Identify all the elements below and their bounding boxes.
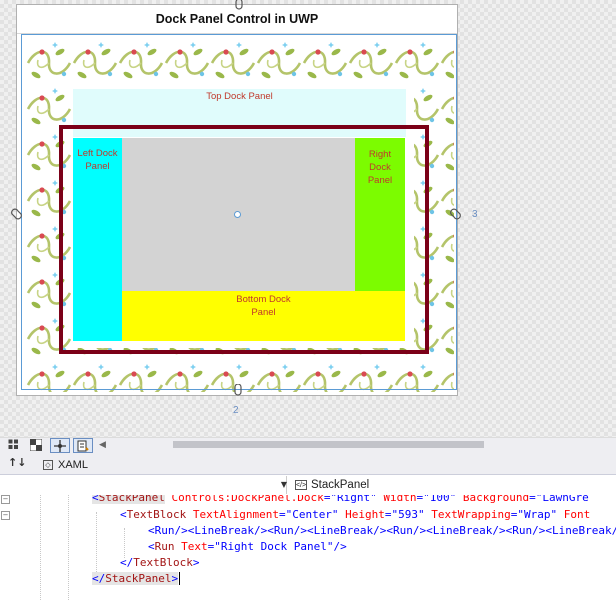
designer-tab-bar [0, 454, 616, 475]
top-dock-panel[interactable]: Top Dock Panel [73, 89, 406, 137]
type-dropdown[interactable]: ▼ [0, 476, 287, 494]
code-line-2[interactable]: <TextBlock TextAlignment="Center" Height… [120, 507, 590, 523]
right-dock-label: Right Dock Panel [367, 149, 393, 186]
bottom-dock-panel[interactable]: Bottom Dock Panel [122, 291, 405, 341]
collapse-toggle-icon[interactable]: − [1, 511, 10, 520]
indent-guide [96, 512, 97, 572]
indent-guide [68, 495, 69, 600]
code-line-6[interactable]: </StackPanel> [92, 571, 181, 587]
checker-background-icon[interactable] [29, 438, 43, 451]
right-margin-handle[interactable] [448, 208, 462, 220]
element-dropdown-label: StackPanel [311, 479, 370, 491]
swap-panes-icon[interactable]: ↑↓ [8, 456, 26, 469]
tab-xaml[interactable]: ◇ XAML [43, 457, 88, 473]
top-margin-handle[interactable] [234, 0, 244, 12]
xaml-tag-icon: ◇ [43, 460, 53, 470]
code-line-5[interactable]: </TextBlock> [120, 555, 199, 571]
tab-xaml-label: XAML [58, 459, 88, 471]
snap-to-snaplines-icon[interactable] [73, 438, 93, 453]
horizontal-scrollbar-thumb[interactable] [173, 441, 484, 448]
xaml-designer-surface[interactable]: Dock Panel Control in UWP Top Dock Panel… [0, 0, 616, 437]
indent-guide [124, 528, 125, 558]
bottom-margin-handle[interactable] [233, 384, 243, 398]
bottom-dock-label: Bottom Dock Panel [236, 294, 291, 318]
element-tag-icon: </> [295, 480, 307, 490]
text-cursor [179, 572, 181, 585]
element-dropdown[interactable]: </> StackPanel [295, 476, 369, 494]
code-line-3[interactable]: <Run/><LineBreak/><Run/><LineBreak/><Run… [148, 523, 616, 539]
code-line-4[interactable]: <Run Text="Right Dock Panel"/> [148, 539, 347, 555]
right-dock-panel[interactable]: Right Dock Panel [355, 138, 405, 291]
left-dock-panel[interactable]: Left Dock Panel [73, 138, 122, 341]
collapse-toggle-icon[interactable]: − [1, 495, 10, 504]
right-margin-value: 3 [472, 209, 478, 220]
left-margin-handle[interactable] [9, 208, 23, 220]
left-dock-label: Left Dock Panel [77, 148, 118, 172]
bottom-margin-value: 2 [233, 405, 239, 416]
grid-icon[interactable] [6, 438, 20, 451]
code-line-1[interactable]: <StackPanel Controls:DockPanel.Dock="Rig… [92, 495, 589, 506]
snap-to-gridlines-icon[interactable] [50, 438, 70, 453]
chevron-down-icon: ▼ [280, 480, 287, 489]
xaml-code-editor[interactable]: − − <StackPanel Controls:DockPanel.Dock=… [0, 495, 616, 600]
selection-center-handle[interactable] [234, 211, 241, 218]
scroll-left-arrow-icon[interactable]: ◀ [99, 440, 106, 450]
indent-guide [40, 495, 41, 600]
top-dock-label: Top Dock Panel [206, 91, 273, 102]
